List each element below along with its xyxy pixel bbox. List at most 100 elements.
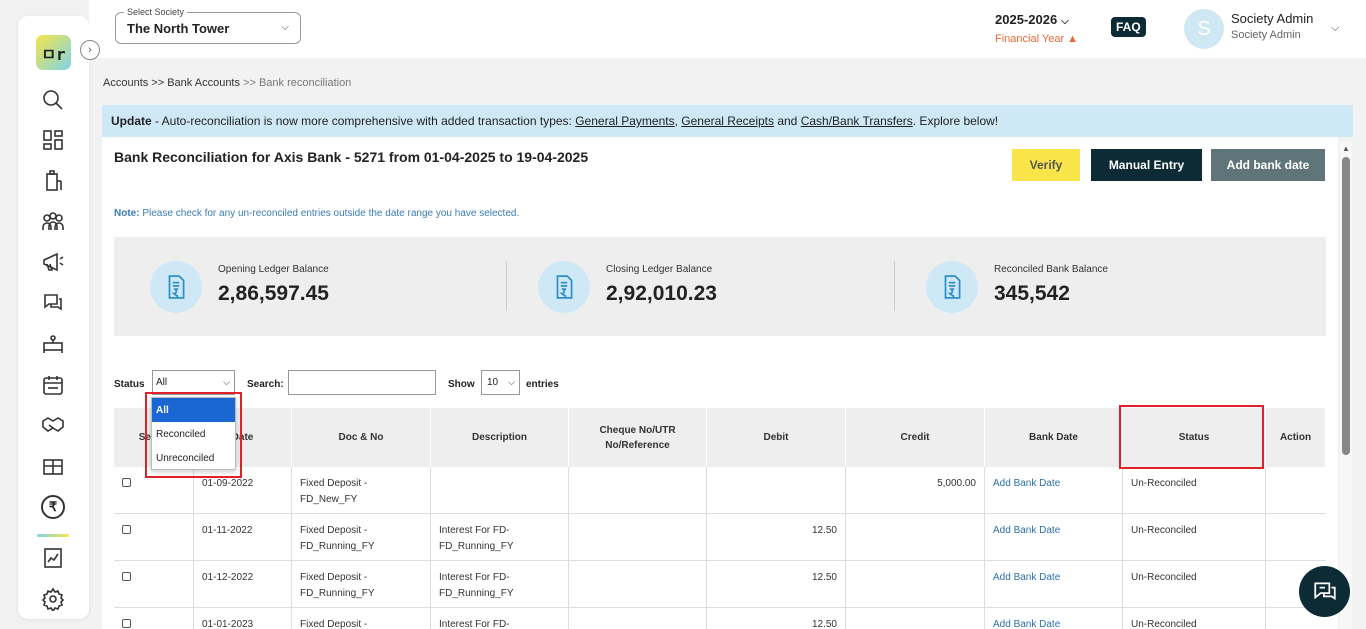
chevron-down-icon: ⌵ <box>223 377 230 387</box>
reconciled-balance: Reconciled Bank Balance 345,542 <box>890 237 1282 336</box>
user-menu[interactable]: Society Admin Society Admin <box>1231 11 1313 41</box>
status-filter-label: Status <box>114 379 145 390</box>
banner-text: . Explore below! <box>912 114 999 128</box>
balance-value: 2,86,597.45 <box>218 282 329 305</box>
balance-label: Closing Ledger Balance <box>606 264 713 275</box>
general-payments-link[interactable]: General Payments <box>575 114 674 128</box>
description-cell: Interest For FD- <box>431 608 569 629</box>
balance-value: 345,542 <box>994 282 1070 305</box>
ledger-icon <box>150 261 202 313</box>
page-title: Bank Reconciliation for Axis Bank - 5271… <box>114 149 589 165</box>
col-description[interactable]: Description <box>431 408 569 467</box>
announcement-icon[interactable] <box>39 248 67 276</box>
breadcrumb-separator: >> <box>240 77 259 89</box>
opening-balance: Opening Ledger Balance 2,86,597.45 <box>114 237 506 336</box>
bank-date-cell: Add Bank Date <box>985 561 1123 608</box>
search-input[interactable] <box>288 370 436 395</box>
scrollbar-thumb[interactable] <box>1342 157 1350 455</box>
balance-summary: Opening Ledger Balance 2,86,597.45 Closi… <box>114 237 1326 336</box>
select-cell <box>114 561 194 608</box>
row-checkbox[interactable] <box>122 525 131 534</box>
highlight-box-status <box>1119 405 1264 469</box>
bank-date-cell: Add Bank Date <box>985 467 1123 514</box>
col-bank-date[interactable]: Bank Date <box>985 408 1123 467</box>
user-role: Society Admin <box>1231 29 1301 41</box>
report-icon[interactable] <box>39 544 67 572</box>
table-row: 01-01-2023 Fixed Deposit - Interest For … <box>114 608 1326 629</box>
building-icon[interactable] <box>39 167 67 195</box>
search-icon[interactable] <box>39 86 67 114</box>
rupee-icon[interactable]: ₹ <box>39 493 67 521</box>
col-cheque[interactable]: Cheque No/UTR No/Reference <box>569 408 707 467</box>
financial-year-value: 2025-2026 <box>995 12 1058 27</box>
note-text: Please check for any un-reconciled entri… <box>139 208 520 219</box>
add-bank-date-button[interactable]: Add bank date <box>1211 149 1325 181</box>
col-debit[interactable]: Debit <box>707 408 846 467</box>
table-row: 01-11-2022 Fixed Deposit - FD_Running_FY… <box>114 514 1326 561</box>
table-row: 01-12-2022 Fixed Deposit - FD_Running_FY… <box>114 561 1326 608</box>
breadcrumb-current: Bank reconciliation <box>258 77 352 89</box>
col-credit[interactable]: Credit <box>846 408 985 467</box>
avatar[interactable]: S <box>1184 9 1224 49</box>
cheque-cell <box>569 514 707 561</box>
date-cell: 01-12-2022 <box>194 561 292 608</box>
highlight-box-dropdown <box>145 392 242 478</box>
breadcrumb-bank-accounts[interactable]: Bank Accounts <box>167 77 240 89</box>
entries-per-page-select[interactable]: 10 ⌵ <box>481 370 520 395</box>
reconciliation-card: Bank Reconciliation for Axis Bank - 5271… <box>102 137 1338 629</box>
action-cell <box>1266 467 1326 514</box>
manual-entry-button[interactable]: Manual Entry <box>1091 149 1202 181</box>
add-bank-date-link[interactable]: Add Bank Date <box>993 478 1060 489</box>
col-doc[interactable]: Doc & No <box>292 408 431 467</box>
cheque-cell <box>569 467 707 514</box>
chat-icon[interactable] <box>39 289 67 317</box>
add-bank-date-link[interactable]: Add Bank Date <box>993 572 1060 583</box>
doc-cell: Fixed Deposit - FD_Running_FY <box>292 561 431 608</box>
status-cell: Un-Reconciled <box>1123 561 1266 608</box>
dashboard-icon[interactable] <box>39 126 67 154</box>
add-bank-date-link[interactable]: Add Bank Date <box>993 525 1060 536</box>
scroll-up-icon[interactable]: ▲ <box>1342 144 1350 153</box>
description-cell: Interest For FD-FD_Running_FY <box>431 514 569 561</box>
credit-cell <box>846 608 985 629</box>
chevron-down-icon: ⌵ <box>281 22 289 33</box>
description-cell: Interest For FD-FD_Running_FY <box>431 561 569 608</box>
cheque-cell <box>569 561 707 608</box>
breadcrumb-accounts[interactable]: Accounts <box>103 77 148 89</box>
support-chat-button[interactable] <box>1299 566 1350 617</box>
sidebar-collapse-button[interactable]: › <box>80 40 100 60</box>
calendar-icon[interactable] <box>39 371 67 399</box>
faq-button[interactable]: FAQ <box>1111 17 1146 37</box>
settings-icon[interactable] <box>39 585 67 613</box>
row-checkbox[interactable] <box>122 619 131 628</box>
bed-icon[interactable] <box>39 330 67 358</box>
select-cell <box>114 514 194 561</box>
members-icon[interactable] <box>39 208 67 236</box>
rupee-symbol: ₹ <box>41 495 65 519</box>
verify-button[interactable]: Verify <box>1012 149 1080 181</box>
debit-cell: 12.50 <box>707 561 846 608</box>
update-banner: Update - Auto-reconciliation is now more… <box>102 105 1353 137</box>
chevron-down-icon[interactable]: ⌵ <box>1331 22 1339 35</box>
chevron-down-icon: ⌵ <box>1061 16 1069 27</box>
balance-label: Reconciled Bank Balance <box>994 264 1108 275</box>
general-receipts-link[interactable]: General Receipts <box>681 114 774 128</box>
box-icon[interactable] <box>39 452 67 480</box>
row-checkbox[interactable] <box>122 478 131 487</box>
balance-label: Opening Ledger Balance <box>218 264 329 275</box>
app-logo[interactable]: ㅁr <box>36 35 71 70</box>
credit-cell: 5,000.00 <box>846 467 985 514</box>
user-name: Society Admin <box>1231 11 1314 26</box>
status-cell: Un-Reconciled <box>1123 514 1266 561</box>
handshake-icon[interactable] <box>39 411 67 439</box>
doc-cell: Fixed Deposit - FD_Running_FY <box>292 514 431 561</box>
add-bank-date-link[interactable]: Add Bank Date <box>993 619 1060 629</box>
description-cell <box>431 467 569 514</box>
warning-icon: ▲ <box>1067 33 1079 45</box>
cash-bank-transfers-link[interactable]: Cash/Bank Transfers <box>801 114 913 128</box>
active-indicator <box>37 534 69 537</box>
financial-year-select[interactable]: 2025-2026 ⌵ Financial Year ▲ <box>995 12 1085 45</box>
society-select[interactable]: Select Society The North Tower ⌵ <box>115 7 301 44</box>
chevron-down-icon: ⌵ <box>508 377 515 387</box>
row-checkbox[interactable] <box>122 572 131 581</box>
